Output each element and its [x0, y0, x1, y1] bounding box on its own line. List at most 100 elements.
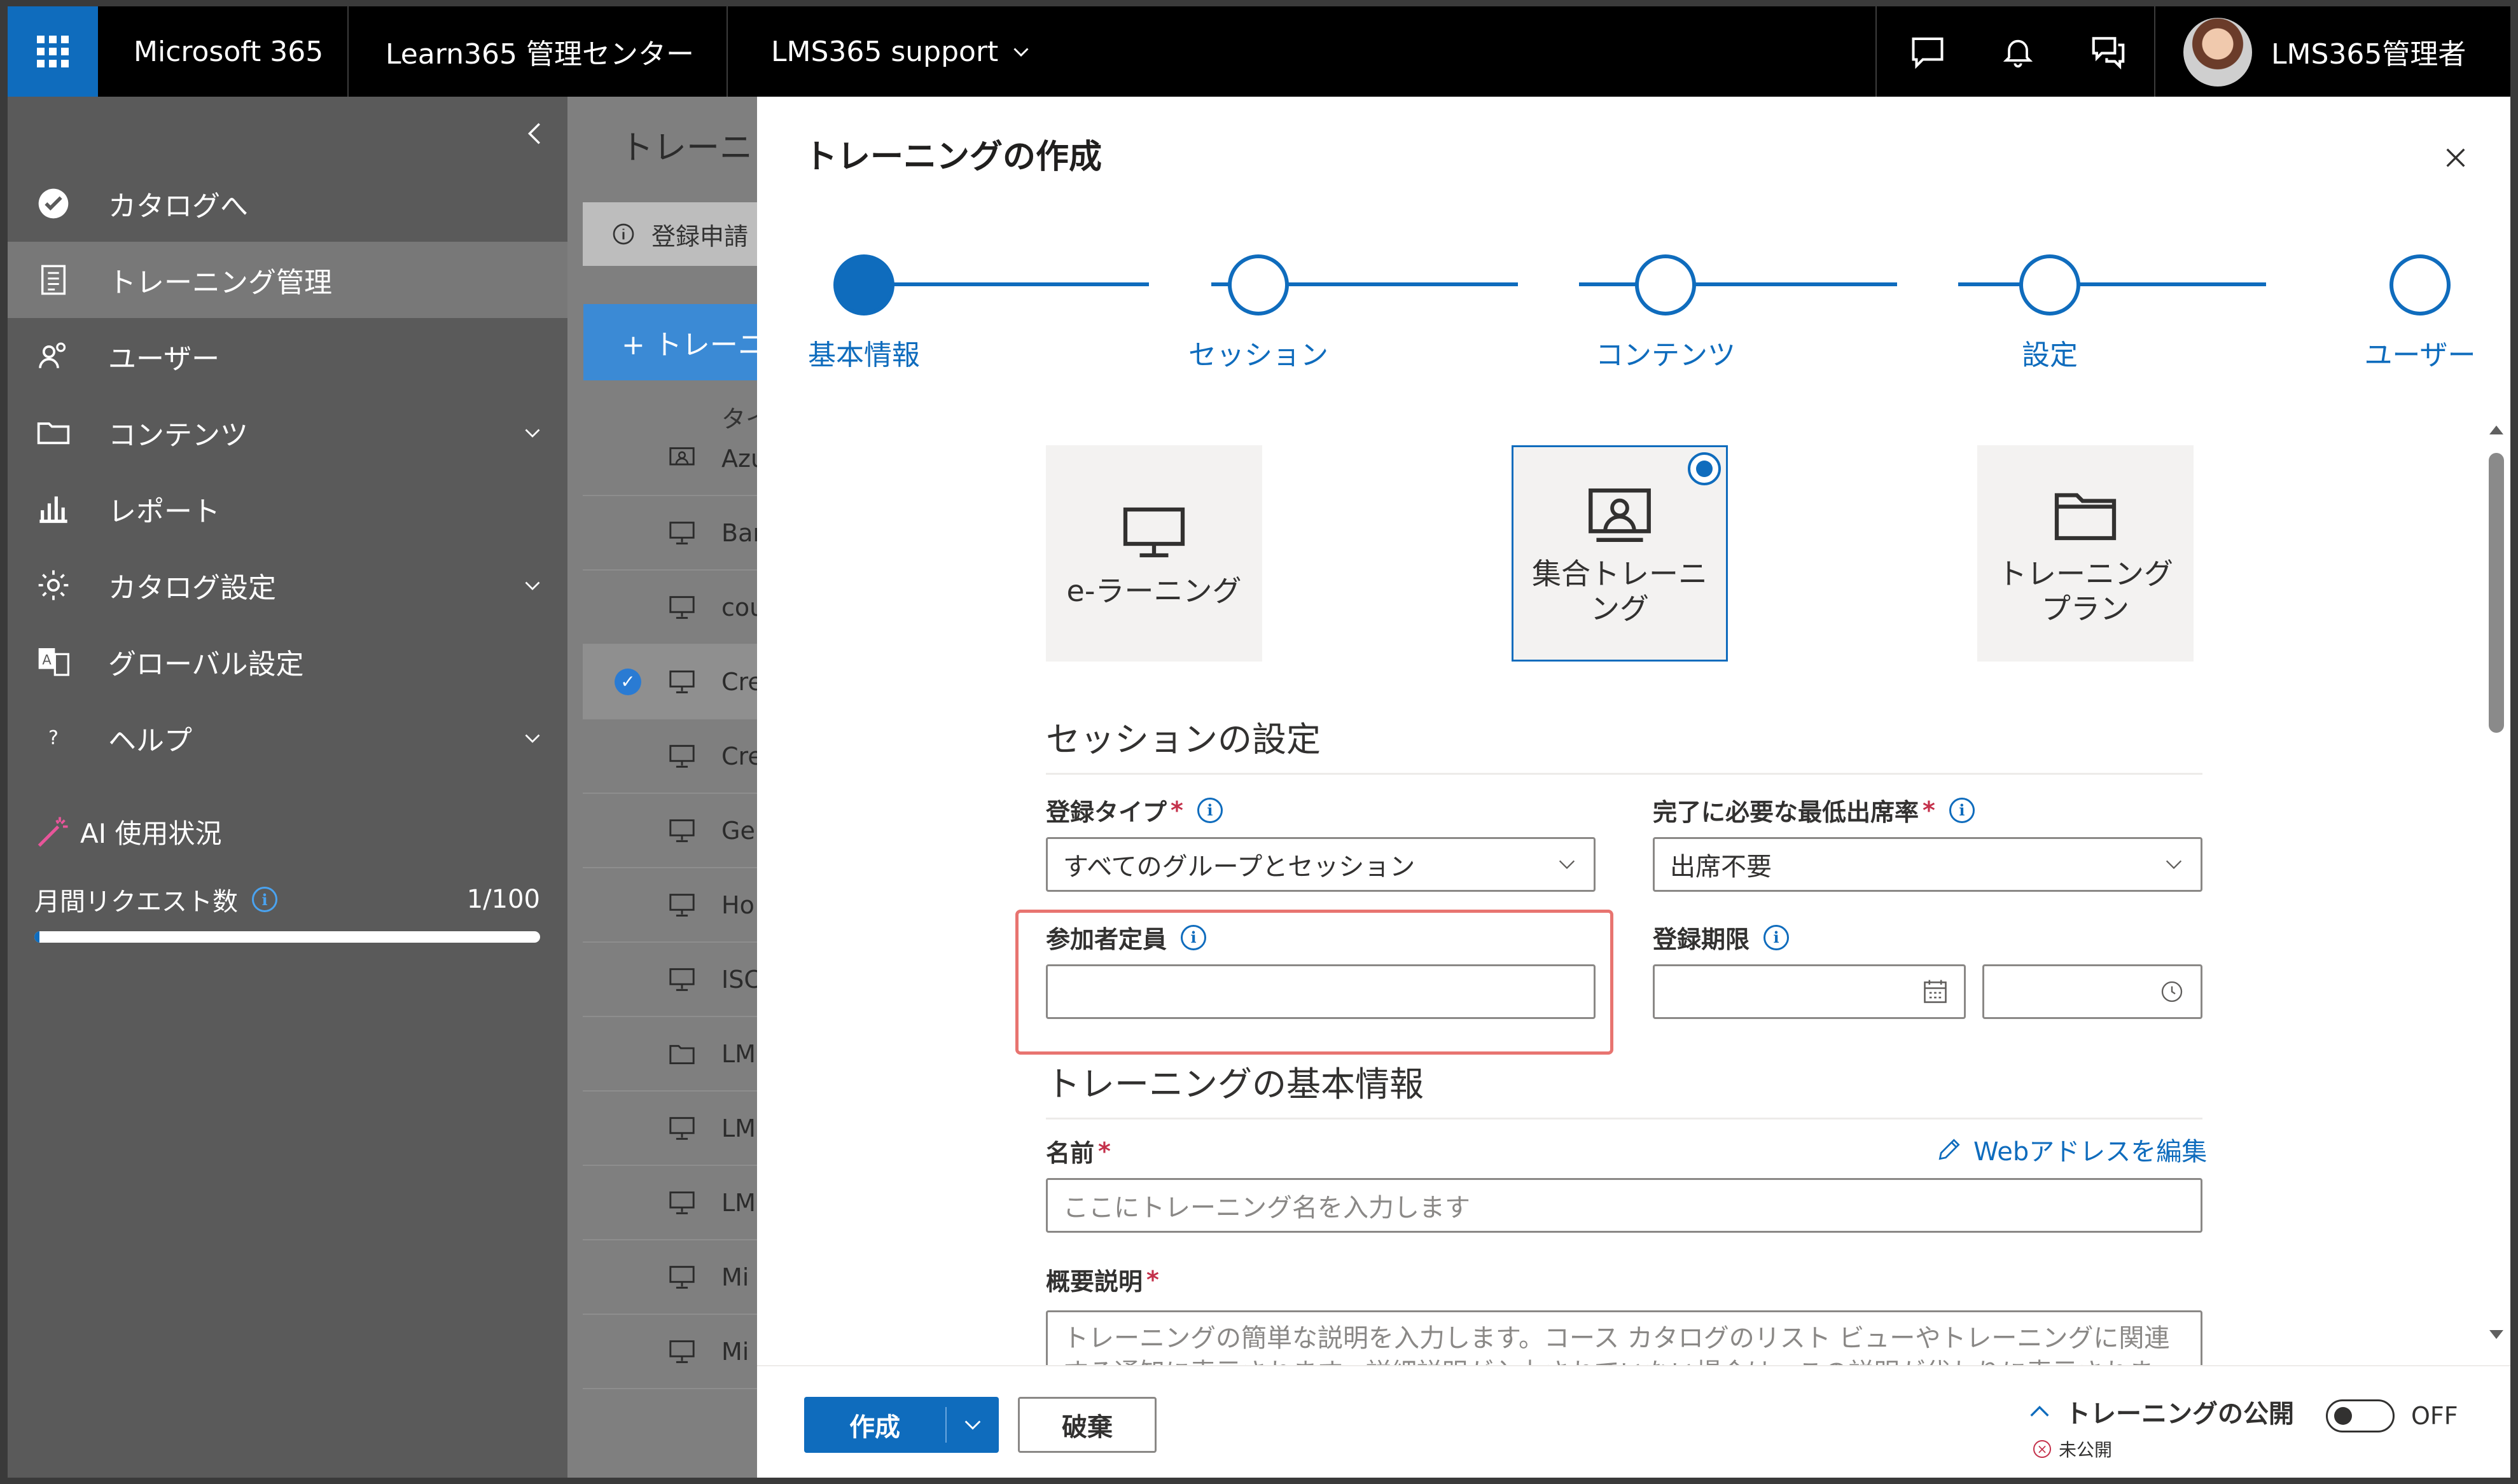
training-name-placeholder: ここにトレーニング名を入力します [1063, 1193, 1470, 1223]
divider [347, 6, 349, 97]
step-sessions[interactable] [1228, 254, 1289, 316]
chevron-down-icon [1554, 852, 1580, 877]
step-label[interactable]: 基本情報 [808, 332, 920, 373]
product-title[interactable]: Learn365 管理センター [386, 6, 694, 97]
monthly-requests-value: 1/100 [466, 885, 540, 914]
checkmark-icon[interactable]: ✓ [615, 668, 641, 695]
sidebar-item-label: トレーニング管理 [108, 267, 332, 299]
sidebar-item-content[interactable]: コンテンツ [8, 394, 567, 471]
svg-text:?: ? [48, 727, 59, 749]
monitor-icon [667, 815, 697, 846]
scroll-up-button[interactable] [2486, 420, 2507, 440]
sidebar-item-label: グローバル設定 [108, 648, 304, 681]
selected-radio[interactable] [1688, 452, 1721, 485]
conversations-button[interactable] [2064, 6, 2153, 97]
step-content[interactable] [1635, 254, 1696, 316]
monthly-requests-label: 月間リクエスト数 [34, 887, 238, 917]
step-label[interactable]: 設定 [2022, 332, 2078, 373]
monitor-icon [1116, 497, 1192, 567]
monitor-icon [667, 741, 697, 772]
bell-icon [2003, 39, 2033, 68]
sidebar-item-label: カタログへ [108, 190, 248, 223]
publish-toggle[interactable] [2326, 1399, 2395, 1432]
info-icon[interactable]: i [1181, 924, 1207, 950]
error-circle-icon: × [2033, 1440, 2051, 1458]
min-attendance-select[interactable]: 出席不要 [1653, 837, 2202, 892]
row-title: Cre [721, 742, 763, 770]
type-card-elearning[interactable]: e-ラーニング [1046, 445, 1262, 662]
type-card-label: e-ラーニング [1066, 574, 1242, 609]
toggle-state-label: OFF [2411, 1402, 2458, 1430]
chevron-down-icon [2161, 852, 2187, 877]
top-bar: Microsoft 365 Learn365 管理センター LMS365 sup… [8, 6, 2510, 97]
step-users[interactable] [2389, 254, 2451, 316]
info-icon[interactable]: i [1949, 797, 1975, 823]
deadline-time-input[interactable] [1982, 964, 2202, 1019]
create-button[interactable]: 作成 [804, 1397, 999, 1453]
sidebar-item-catalog-settings[interactable]: カタログ設定 [8, 547, 567, 623]
summary-label: 概要説明 * [1046, 1265, 1159, 1296]
waffle-icon [37, 36, 69, 67]
microsoft-365-link[interactable]: Microsoft 365 [134, 6, 323, 97]
sidebar-item-global-settings[interactable]: A グローバル設定 [8, 623, 567, 700]
publish-toggle-section[interactable]: トレーニングの公開 [2024, 1393, 2294, 1430]
scroll-down-button[interactable] [2486, 1324, 2507, 1345]
folder-icon [2047, 480, 2124, 550]
row-title: LM [721, 1114, 756, 1142]
sidebar-item-users[interactable]: ユーザー [8, 318, 567, 394]
bar-chart-icon [34, 490, 73, 528]
tenant-name: LMS365 support [771, 35, 999, 68]
min-attendance-label: 完了に必要な最低出席率 * i [1653, 793, 1975, 828]
training-name-input[interactable]: ここにトレーニング名を入力します [1046, 1178, 2202, 1233]
clock-icon[interactable] [2157, 977, 2187, 1006]
user-name[interactable]: LMS365管理者 [2271, 6, 2466, 97]
feedback-button[interactable] [1883, 6, 1972, 97]
left-navigation: カタログへ トレーニング管理 ユーザー コンテンツ レポート カタログ設定 A … [8, 97, 567, 1478]
step-connector [1579, 282, 1897, 286]
row-title: LM [721, 1188, 756, 1217]
edit-web-address-link[interactable]: Webアドレスを編集 [1935, 1131, 2207, 1168]
scrollbar-thumb[interactable] [2489, 453, 2504, 733]
app-launcher-button[interactable] [8, 6, 98, 97]
registration-type-select[interactable]: すべてのグループとセッション [1046, 837, 1596, 892]
info-icon[interactable]: i [1197, 797, 1223, 823]
sidebar-item-training-management[interactable]: トレーニング管理 [8, 242, 567, 318]
calendar-icon[interactable] [1921, 977, 1950, 1006]
step-label[interactable]: コンテンツ [1596, 332, 1735, 373]
notifications-button[interactable] [1973, 6, 2062, 97]
sidebar-item-label: レポート [108, 496, 220, 528]
type-card-classroom[interactable]: 集合トレーニング [1512, 445, 1728, 662]
sidebar-item-label: コンテンツ [108, 419, 248, 452]
avatar[interactable] [2183, 18, 2252, 87]
close-button[interactable] [2430, 132, 2481, 183]
create-button-label: 作成 [849, 1413, 900, 1442]
ai-usage-title: AI 使用状況 [34, 809, 221, 854]
registration-type-label: 登録タイプ * i [1046, 793, 1223, 828]
edit-web-address-label: Webアドレスを編集 [1973, 1137, 2208, 1167]
discard-button[interactable]: 破棄 [1018, 1397, 1157, 1453]
publish-status-text: 未公開 [2059, 1439, 2113, 1460]
sidebar-item-label: ユーザー [108, 343, 220, 375]
info-icon[interactable]: i [252, 887, 277, 912]
create-dropdown-button[interactable] [947, 1397, 999, 1453]
notice-text: 登録申請 [651, 222, 749, 251]
step-label[interactable]: セッション [1188, 332, 1328, 373]
info-icon [613, 223, 634, 245]
type-card-training-plan[interactable]: トレーニングプラン [1977, 445, 2194, 662]
monitor-icon [667, 964, 697, 995]
capacity-input[interactable] [1046, 964, 1596, 1019]
step-settings[interactable] [2019, 254, 2080, 316]
info-icon[interactable]: i [1763, 924, 1790, 950]
sidebar-item-help[interactable]: ? ヘルプ [8, 700, 567, 776]
chevron-down-icon [1013, 48, 1029, 57]
create-training-dialog: トレーニングの作成 基本情報 セッション コンテンツ 設定 ユーザー e-ラーニ… [757, 97, 2510, 1478]
collapse-nav-button[interactable] [517, 114, 555, 153]
triangle-down-icon [2489, 1330, 2503, 1339]
row-title: Mi [721, 1337, 749, 1366]
tenant-selector[interactable]: LMS365 support [771, 6, 1033, 97]
step-basic-info[interactable] [833, 254, 894, 316]
deadline-date-input[interactable] [1653, 964, 1966, 1019]
step-label[interactable]: ユーザー [2364, 332, 2475, 373]
sidebar-item-catalog[interactable]: カタログへ [8, 165, 567, 242]
sidebar-item-reports[interactable]: レポート [8, 471, 567, 547]
